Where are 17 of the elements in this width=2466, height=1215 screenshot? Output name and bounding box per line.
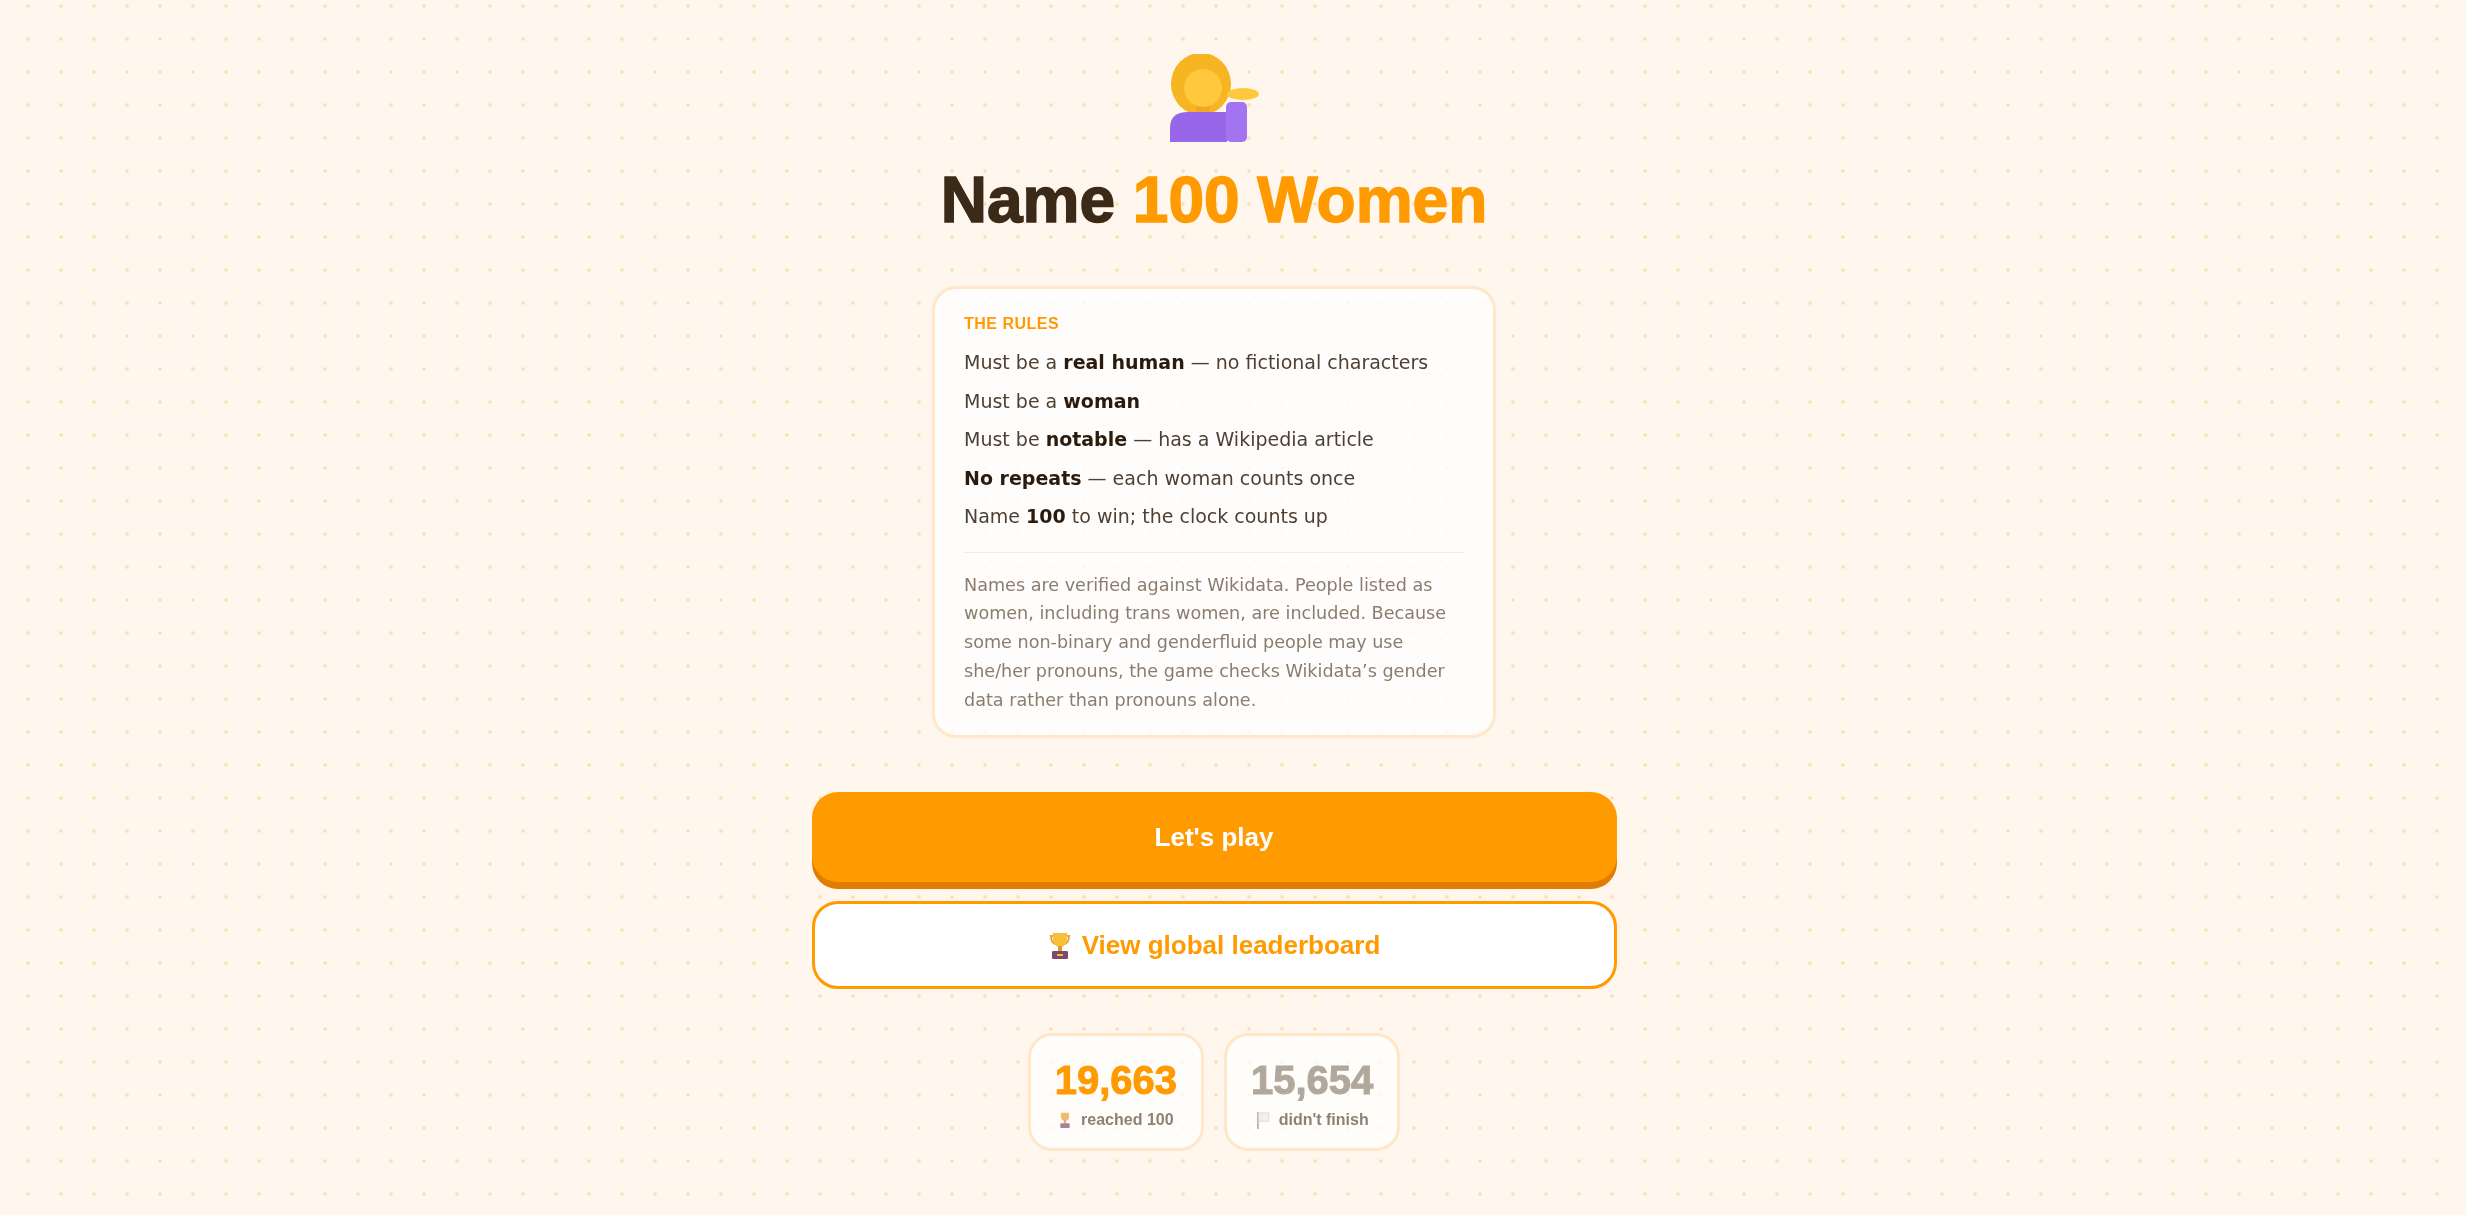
trophy-icon [1058,1112,1073,1129]
rules-note: Names are verified against Wikidata. People listed as women, including trans women, are included. Because some non-binary and genderfluid people may use she/her pronouns, the game checks Wikidata’s gender data rather than pronouns alone. [964,573,1448,712]
trophy-icon [1047,932,1072,959]
rule-item: Must be a real human — no fictional characters [964,350,1430,375]
rule-item: Name 100 to win; the clock counts up [964,504,1329,529]
person-raised-hand-icon [1169,54,1259,142]
stat-value: 19,663 [1054,1058,1177,1103]
rule-item: Must be a woman [964,388,1142,414]
rule-item: No repeats — each woman counts once [964,465,1357,491]
page-title: Name 100 Women [940,168,1488,232]
rule-item: Must be notable — has a Wikipedia article [964,427,1375,452]
flag-icon [1255,1112,1270,1129]
stat-label: didn't finish [1278,1110,1369,1131]
stat-label: reached 100 [1081,1110,1174,1131]
rules-heading: THE RULES [964,316,1061,332]
stat-value: 15,654 [1251,1058,1374,1103]
leaderboard-button[interactable]: View global leaderboard [811,901,1617,990]
